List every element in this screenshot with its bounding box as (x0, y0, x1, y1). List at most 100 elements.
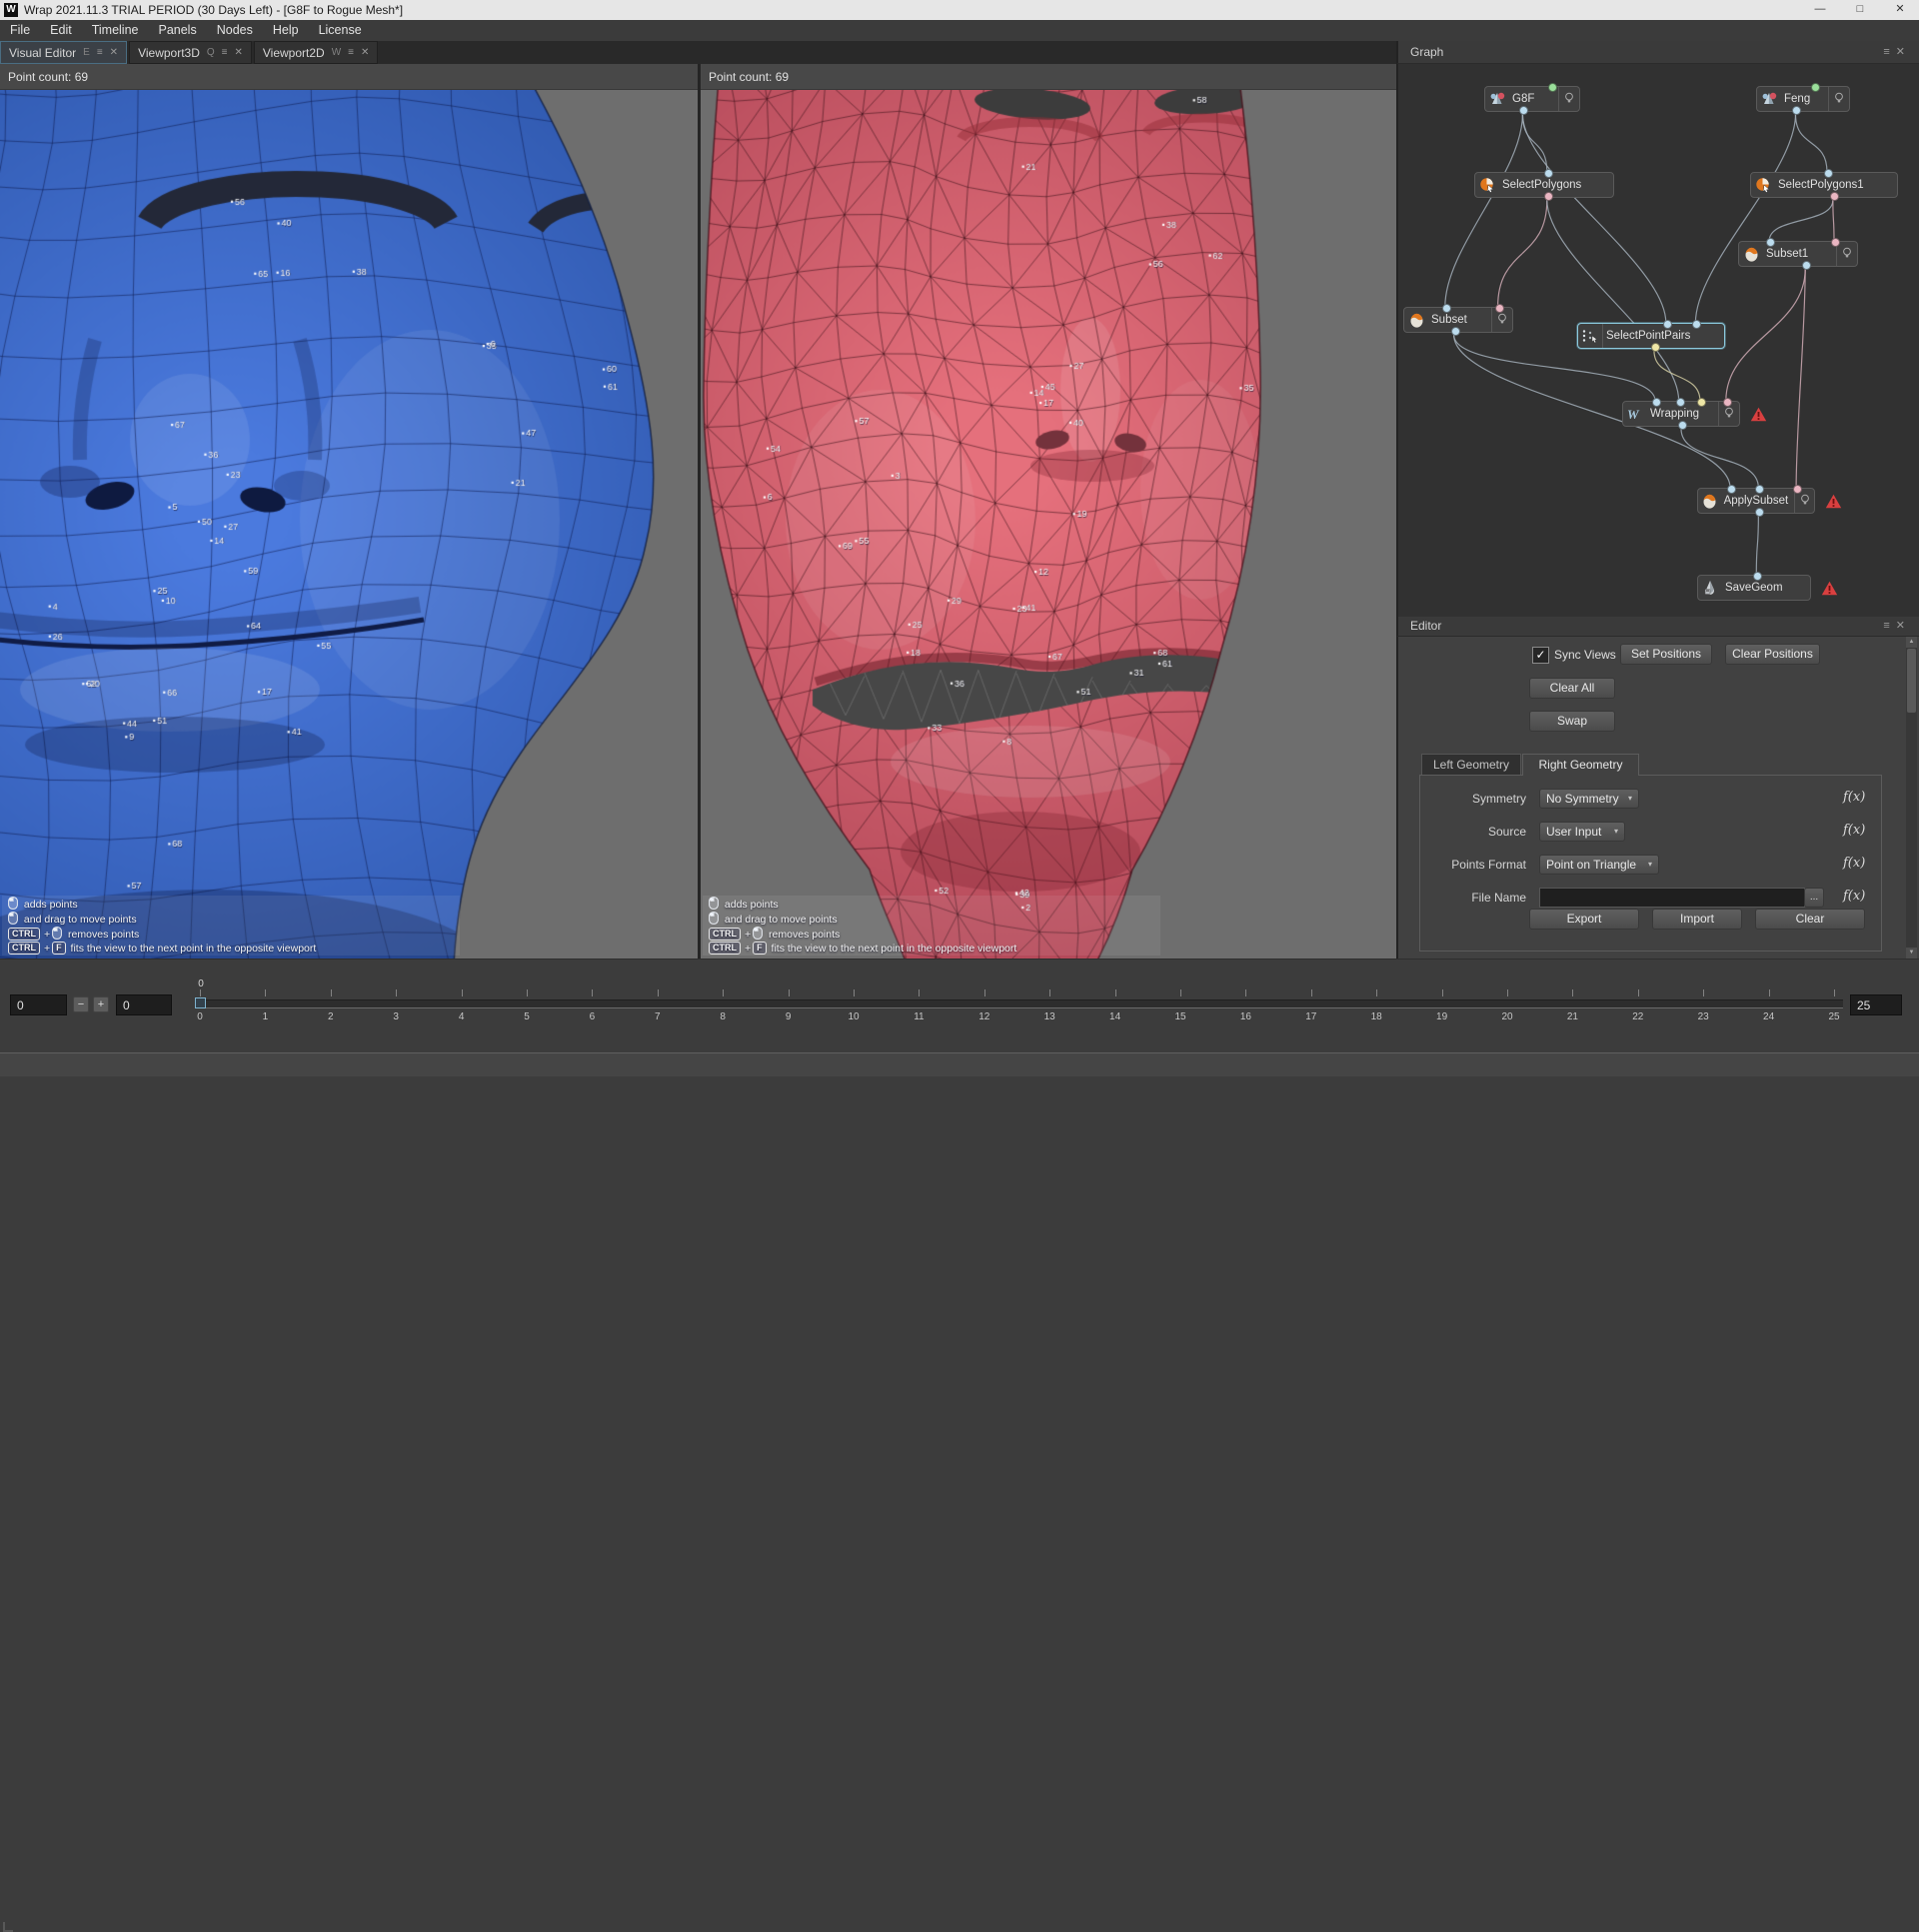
range-end-input[interactable] (1850, 994, 1902, 1015)
sync-views-checkbox[interactable]: ✓ (1532, 647, 1549, 664)
tick-label: 4 (451, 1011, 473, 1022)
frame-decrement-button[interactable]: − (73, 996, 89, 1012)
graph-edge (1769, 200, 1833, 241)
browse-button[interactable]: ... (1804, 888, 1824, 908)
blue-input-port[interactable] (1753, 572, 1762, 581)
menu-item-edit[interactable]: Edit (40, 20, 82, 40)
blue-input-port[interactable] (1727, 485, 1736, 494)
left-viewport-canvas[interactable] (0, 90, 698, 959)
clear-positions-button[interactable]: Clear Positions (1725, 644, 1820, 665)
blue-input-port[interactable] (1544, 169, 1553, 178)
export-button[interactable]: Export (1529, 909, 1639, 930)
ctrl-keycap: CTRL (8, 928, 40, 941)
playhead-handle[interactable] (195, 997, 206, 1008)
graph-node-selectpointpairs[interactable]: SelectPointPairs (1577, 323, 1725, 349)
lightbulb-icon[interactable] (1836, 242, 1857, 266)
pink-input-port[interactable] (1831, 238, 1840, 247)
pink-input-port[interactable] (1495, 304, 1504, 313)
graph-node-g8f[interactable]: G8F (1484, 86, 1580, 112)
pink-output-port[interactable] (1830, 192, 1839, 201)
expression-button[interactable]: f(x) (1843, 823, 1865, 838)
tab-right-geometry[interactable]: Right Geometry (1522, 754, 1639, 776)
graph-node-wrapping[interactable]: WWrapping (1622, 401, 1740, 427)
yellow-output-port[interactable] (1651, 343, 1660, 352)
green-input-port[interactable] (1811, 83, 1820, 92)
blue-input-port[interactable] (1692, 320, 1701, 329)
close-button[interactable]: ✕ (1881, 0, 1919, 20)
range-start-input[interactable] (10, 994, 67, 1015)
tab-left-geometry[interactable]: Left Geometry (1421, 754, 1521, 776)
point-pairs-icon (1578, 324, 1603, 348)
editor-close-icon[interactable]: ✕ (1896, 620, 1911, 632)
import-button[interactable]: Import (1652, 909, 1742, 930)
yellow-input-port[interactable] (1697, 398, 1706, 407)
blue-input-port[interactable] (1824, 169, 1833, 178)
swap-button[interactable]: Swap (1529, 711, 1615, 732)
expression-button[interactable]: f(x) (1843, 856, 1865, 871)
blue-input-port[interactable] (1676, 398, 1685, 407)
editor-panel: ✓ Sync Views Set Positions Clear Positio… (1396, 637, 1919, 959)
symmetry-dropdown[interactable]: No Symmetry▾ (1539, 789, 1639, 809)
points-format-dropdown[interactable]: Point on Triangle▾ (1539, 855, 1659, 875)
graph-node-subset1[interactable]: Subset1 (1738, 241, 1858, 267)
blue-input-port[interactable] (1755, 485, 1764, 494)
minimize-button[interactable]: — (1801, 0, 1839, 20)
graph-node-applysubset[interactable]: ApplySubset (1697, 488, 1815, 514)
blue-input-port[interactable] (1663, 320, 1672, 329)
tab-menu-icon[interactable]: ≡ (97, 47, 103, 58)
menu-item-timeline[interactable]: Timeline (82, 20, 149, 40)
clear-button[interactable]: Clear (1755, 909, 1865, 930)
tab-viewport2d[interactable]: Viewport2DW≡✕ (254, 41, 379, 64)
frame-increment-button[interactable]: + (93, 996, 109, 1012)
resize-grip[interactable] (3, 1922, 13, 1932)
editor-menu-icon[interactable]: ≡ (1883, 620, 1895, 632)
scroll-down-icon[interactable]: ▼ (1906, 948, 1917, 959)
graph-menu-icon[interactable]: ≡ (1883, 46, 1895, 58)
timeline-ruler[interactable] (196, 999, 1843, 1008)
blue-input-port[interactable] (1442, 304, 1451, 313)
menu-item-nodes[interactable]: Nodes (207, 20, 263, 40)
current-frame-input[interactable] (116, 994, 172, 1015)
blue-output-port[interactable] (1451, 327, 1460, 336)
graph-node-savegeom[interactable]: SaveGeom (1697, 575, 1811, 601)
maximize-button[interactable]: □ (1841, 0, 1879, 20)
tab-close-icon[interactable]: ✕ (110, 47, 118, 58)
green-input-port[interactable] (1548, 83, 1557, 92)
lightbulb-icon[interactable] (1828, 87, 1849, 111)
viewport-divider[interactable] (698, 64, 701, 959)
source-dropdown[interactable]: User Input▾ (1539, 822, 1625, 842)
editor-scrollbar[interactable]: ▲ ▼ (1906, 637, 1917, 959)
menu-item-license[interactable]: License (309, 20, 372, 40)
pink-input-port[interactable] (1723, 398, 1732, 407)
lightbulb-icon[interactable] (1558, 87, 1579, 111)
graph-node-selectpolygons[interactable]: SelectPolygons (1474, 172, 1614, 198)
graph-canvas[interactable]: G8F Feng SelectPolygons SelectPolygons1 Subs… (1396, 64, 1919, 617)
graph-node-selectpolygons1[interactable]: SelectPolygons1 (1750, 172, 1898, 198)
file-name-input[interactable] (1539, 888, 1805, 908)
menu-item-help[interactable]: Help (263, 20, 309, 40)
dropdown-value: Point on Triangle (1546, 856, 1636, 874)
pink-output-port[interactable] (1544, 192, 1553, 201)
expression-button[interactable]: f(x) (1843, 889, 1865, 904)
tab-close-icon[interactable]: ✕ (361, 47, 369, 58)
blue-output-port[interactable] (1678, 421, 1687, 430)
clear-all-button[interactable]: Clear All (1529, 678, 1615, 699)
graph-node-feng[interactable]: Feng (1756, 86, 1850, 112)
menu-item-file[interactable]: File (0, 20, 40, 40)
tab-close-icon[interactable]: ✕ (235, 47, 243, 58)
tab-menu-icon[interactable]: ≡ (348, 47, 354, 58)
expression-button[interactable]: f(x) (1843, 790, 1865, 805)
set-positions-button[interactable]: Set Positions (1620, 644, 1712, 665)
blue-input-port[interactable] (1766, 238, 1775, 247)
blue-input-port[interactable] (1652, 398, 1661, 407)
tab-menu-icon[interactable]: ≡ (222, 47, 228, 58)
scroll-up-icon[interactable]: ▲ (1906, 637, 1917, 648)
right-viewport-canvas[interactable] (701, 90, 1396, 959)
select-polygons-icon (1475, 177, 1499, 193)
tab-viewport3d[interactable]: Viewport3DQ≡✕ (129, 41, 252, 64)
graph-node-subset[interactable]: Subset (1403, 307, 1513, 333)
tab-visual-editor[interactable]: Visual EditorE≡✕ (0, 41, 127, 64)
menu-item-panels[interactable]: Panels (148, 20, 206, 40)
graph-close-icon[interactable]: ✕ (1896, 46, 1911, 58)
scrollbar-thumb[interactable] (1907, 649, 1916, 713)
